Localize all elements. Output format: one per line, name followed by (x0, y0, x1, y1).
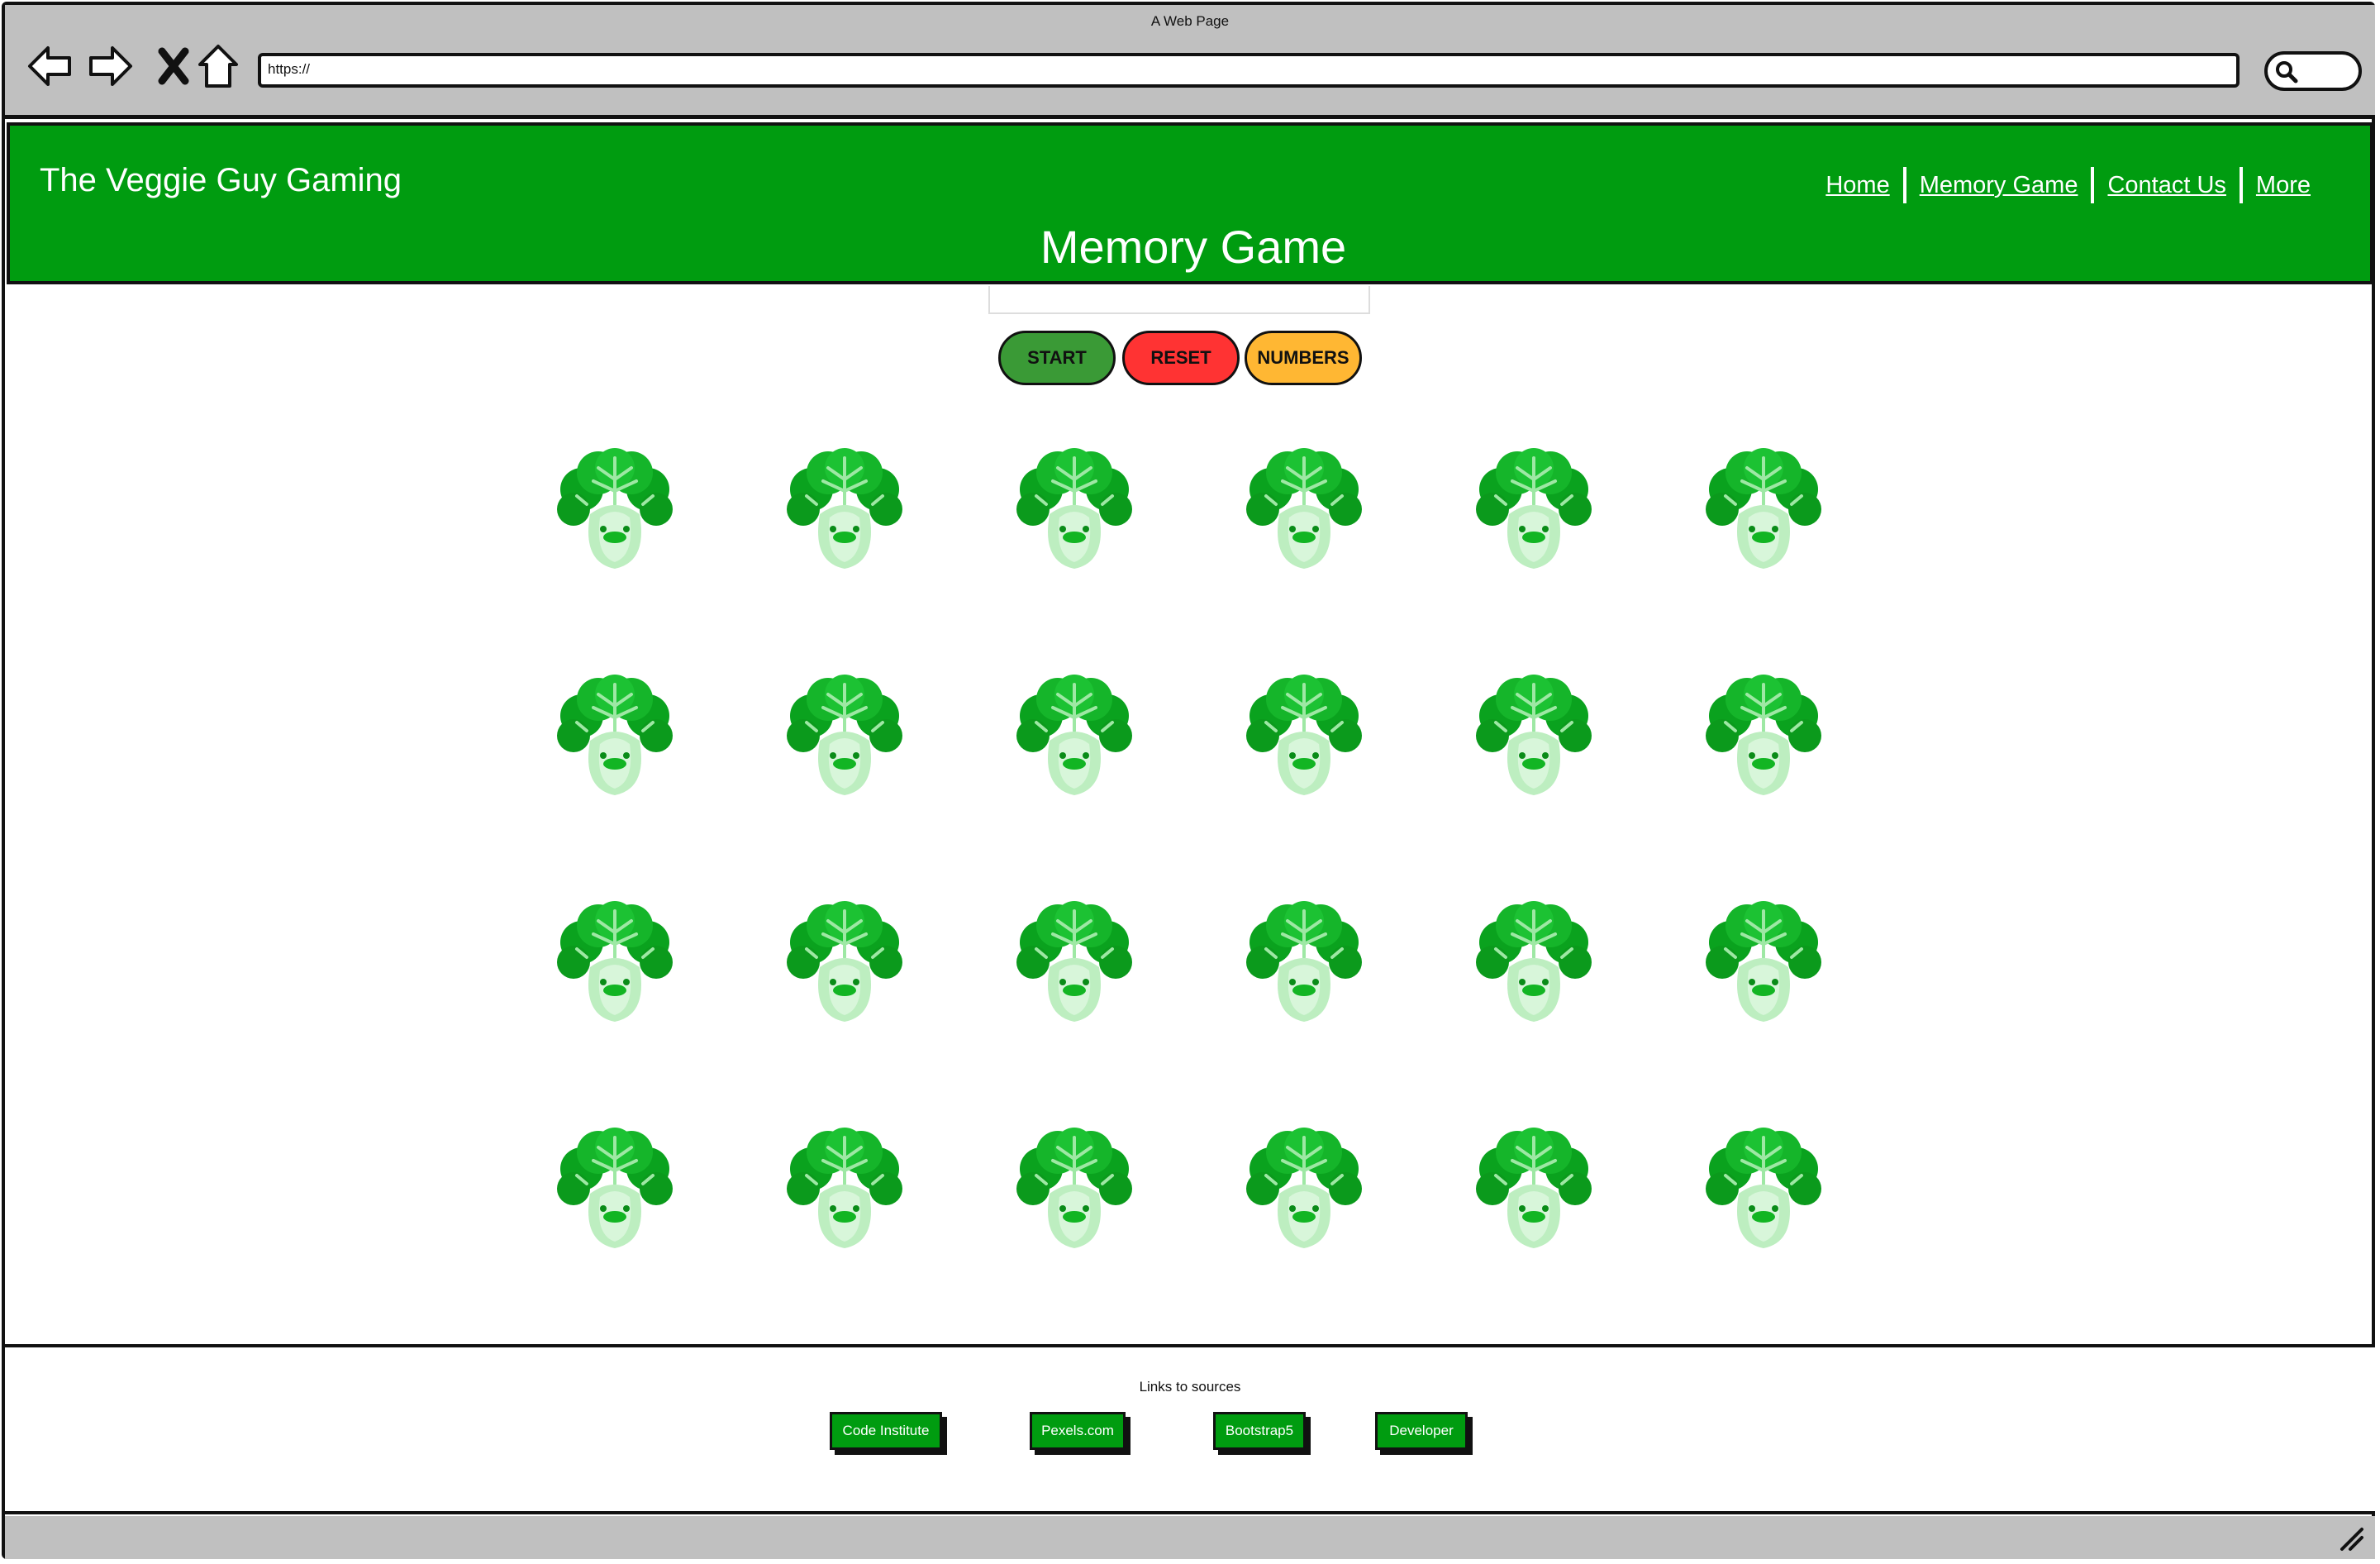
resize-grip-icon[interactable] (2337, 1524, 2367, 1554)
bok-choy-veggie-face-icon (1706, 675, 1821, 795)
browser-status-bar (5, 1516, 2375, 1559)
memory-card-grid (529, 438, 1851, 1265)
home-icon[interactable] (193, 41, 243, 91)
memory-card[interactable] (1230, 438, 1378, 587)
memory-card[interactable] (1689, 665, 1838, 813)
site-header: The Veggie Guy Gaming Home Memory Game C… (7, 122, 2373, 284)
bok-choy-veggie-face-icon (1706, 448, 1821, 569)
bok-choy-veggie-face-icon (1016, 1128, 1132, 1248)
memory-card[interactable] (1689, 1118, 1838, 1266)
bok-choy-veggie-face-icon (787, 1128, 902, 1248)
memory-card[interactable] (1000, 438, 1149, 587)
memory-card[interactable] (770, 891, 919, 1040)
bok-choy-veggie-face-icon (787, 448, 902, 569)
browser-search-field[interactable] (2264, 51, 2362, 91)
browser-toolbar: A Web Page https:// (5, 5, 2375, 119)
nav-home[interactable]: Home (1812, 172, 1902, 199)
nav-contact-us[interactable]: Contact Us (2094, 172, 2239, 199)
bok-choy-veggie-face-icon (1476, 448, 1592, 569)
memory-card[interactable] (1689, 438, 1838, 587)
bok-choy-veggie-face-icon (1706, 901, 1821, 1022)
site-brand[interactable]: The Veggie Guy Gaming (40, 162, 402, 199)
bok-choy-veggie-face-icon (557, 1128, 673, 1248)
footer-link-code-institute[interactable]: Code Institute (830, 1412, 942, 1450)
memory-card[interactable] (1459, 665, 1608, 813)
forward-arrow-icon[interactable] (86, 41, 136, 91)
memory-card[interactable] (1000, 891, 1149, 1040)
memory-card[interactable] (1230, 665, 1378, 813)
numbers-button[interactable]: NUMBERS (1245, 331, 1362, 385)
nav-more[interactable]: More (2243, 172, 2324, 199)
back-arrow-icon[interactable] (25, 41, 74, 91)
memory-card[interactable] (1230, 891, 1378, 1040)
address-bar[interactable]: https:// (258, 53, 2240, 88)
memory-card[interactable] (770, 665, 919, 813)
page-title: Memory Game (1040, 221, 1347, 273)
site-footer: Links to sources Code Institute Pexels.c… (5, 1344, 2375, 1514)
bok-choy-veggie-face-icon (787, 901, 902, 1022)
bok-choy-veggie-face-icon (1016, 901, 1132, 1022)
bok-choy-veggie-face-icon (1706, 1128, 1821, 1248)
reset-button[interactable]: RESET (1122, 331, 1240, 385)
bok-choy-veggie-face-icon (1016, 448, 1132, 569)
stop-x-icon[interactable] (149, 41, 198, 91)
memory-card[interactable] (770, 1118, 919, 1266)
memory-card[interactable] (1459, 438, 1608, 587)
memory-card[interactable] (1459, 1118, 1608, 1266)
search-icon (2276, 61, 2298, 83)
memory-card[interactable] (1459, 891, 1608, 1040)
footer-link-developer[interactable]: Developer (1375, 1412, 1468, 1450)
window-title: A Web Page (1150, 13, 1230, 29)
bok-choy-veggie-face-icon (1476, 675, 1592, 795)
memory-card[interactable] (540, 1118, 689, 1266)
bok-choy-veggie-face-icon (1246, 448, 1362, 569)
bok-choy-veggie-face-icon (787, 675, 902, 795)
score-panel (988, 286, 1370, 314)
bok-choy-veggie-face-icon (1016, 675, 1132, 795)
bok-choy-veggie-face-icon (1476, 1128, 1592, 1248)
bok-choy-veggie-face-icon (557, 448, 673, 569)
bok-choy-veggie-face-icon (557, 675, 673, 795)
footer-title: Links to sources (1139, 1379, 1241, 1395)
memory-card[interactable] (1000, 1118, 1149, 1266)
bok-choy-veggie-face-icon (1246, 1128, 1362, 1248)
memory-card[interactable] (540, 438, 689, 587)
nav-memory-game[interactable]: Memory Game (1906, 172, 2092, 199)
bok-choy-veggie-face-icon (1246, 901, 1362, 1022)
memory-card[interactable] (1000, 665, 1149, 813)
start-button[interactable]: START (998, 331, 1116, 385)
bok-choy-veggie-face-icon (1246, 675, 1362, 795)
footer-link-pexels[interactable]: Pexels.com (1030, 1412, 1126, 1450)
memory-card[interactable] (540, 665, 689, 813)
memory-card[interactable] (1230, 1118, 1378, 1266)
memory-card[interactable] (540, 891, 689, 1040)
memory-card[interactable] (770, 438, 919, 587)
footer-link-bootstrap5[interactable]: Bootstrap5 (1213, 1412, 1306, 1450)
memory-card[interactable] (1689, 891, 1838, 1040)
main-nav: Home Memory Game Contact Us More (1812, 167, 2324, 203)
bok-choy-veggie-face-icon (1476, 901, 1592, 1022)
bok-choy-veggie-face-icon (557, 901, 673, 1022)
